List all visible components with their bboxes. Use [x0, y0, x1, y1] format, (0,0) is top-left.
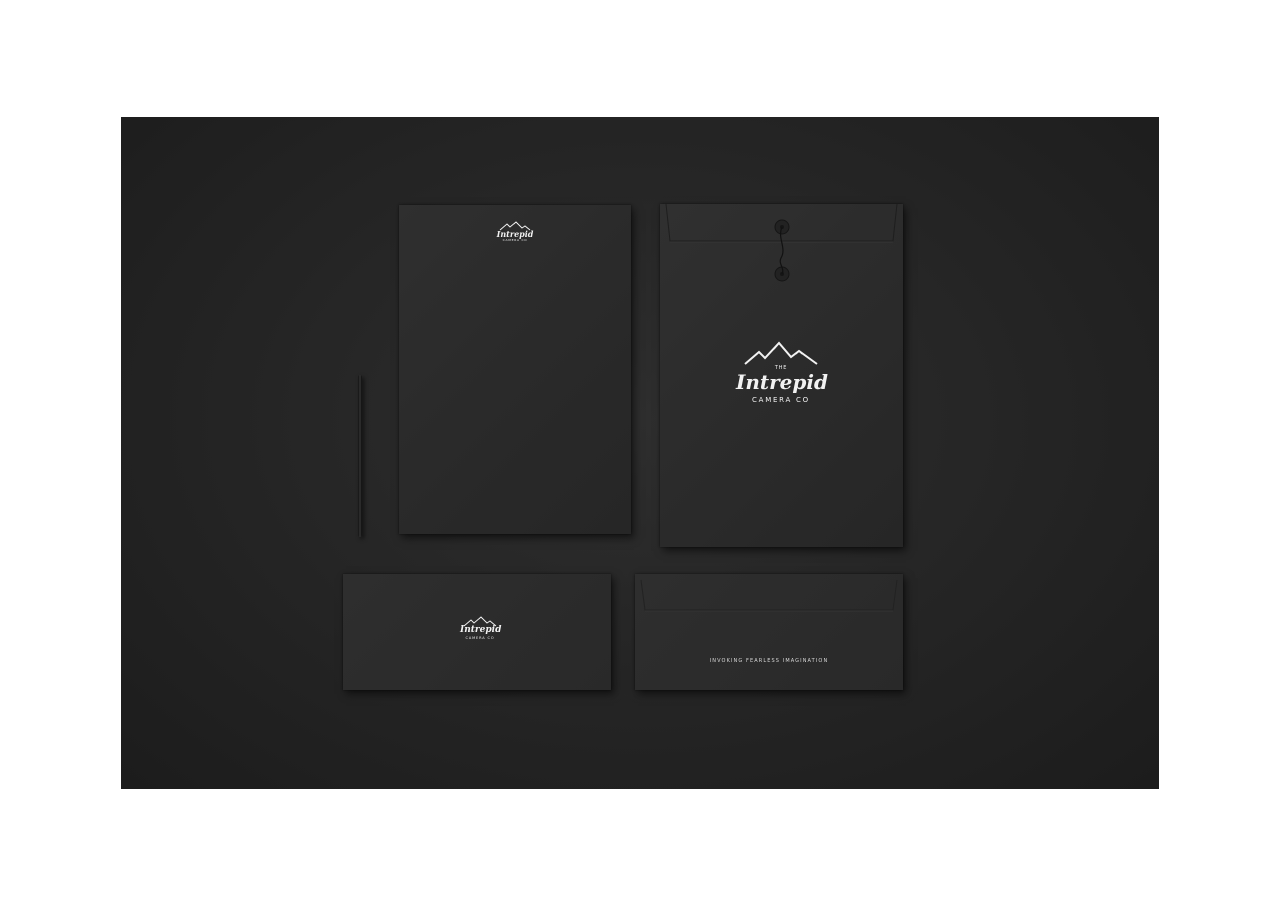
logo-sub: CAMERA CO: [465, 636, 495, 640]
logo-script: Intrepid: [496, 229, 534, 239]
logo-script: Intrepid: [460, 625, 502, 635]
logo-script: Intrepid: [736, 370, 828, 394]
mockup-scene: Intrepid CAMERA CO THE Intrepid CAMERA C…: [121, 117, 1159, 789]
mountain-logo-icon: [744, 341, 818, 365]
pencil: [358, 375, 362, 537]
envelope-flap: [640, 579, 898, 612]
letterhead-logo: Intrepid CAMERA CO: [495, 221, 535, 242]
envelope-front: Intrepid CAMERA CO: [343, 574, 611, 690]
envelope-tagline: INVOKING FEARLESS IMAGINATION: [709, 658, 829, 664]
letterhead-sheet: Intrepid CAMERA CO: [399, 205, 631, 534]
logo-sub: CAMERA CO: [752, 396, 810, 404]
logo-sub: CAMERA CO: [502, 238, 528, 242]
envelope-logo: Intrepid CAMERA CO: [460, 616, 502, 641]
folder-logo: THE Intrepid CAMERA CO: [736, 340, 828, 404]
document-folder: THE Intrepid CAMERA CO: [660, 204, 903, 547]
string-button-icon: [774, 219, 790, 282]
envelope-back: INVOKING FEARLESS IMAGINATION: [635, 574, 903, 690]
